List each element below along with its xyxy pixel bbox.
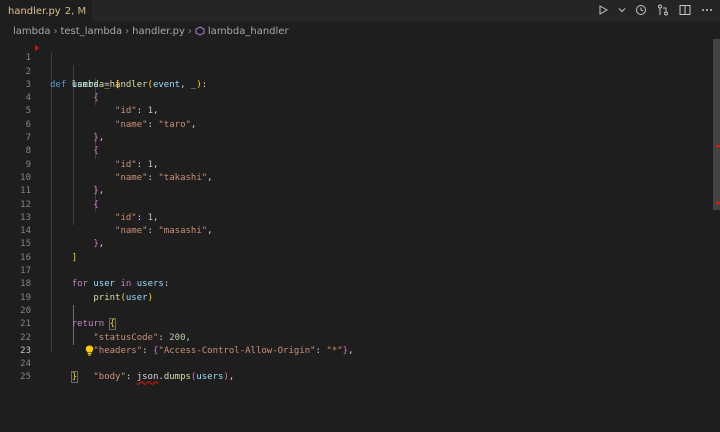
more-icon[interactable] bbox=[700, 3, 714, 17]
breadcrumb: lambda › test_lambda › handler.py › lamb… bbox=[13, 24, 289, 38]
code-line: 4 "id": 1, bbox=[0, 79, 712, 116]
var-users: users bbox=[196, 372, 224, 383]
code-line: 1 def lambda_handler(event, _): bbox=[0, 39, 712, 90]
code-line-active: 23 "body": json.dumps(users), bbox=[0, 332, 712, 382]
overview-ruler-error bbox=[716, 202, 720, 204]
code-line: 6 }, bbox=[0, 105, 712, 143]
breadcrumb-lambda-handler[interactable]: lambda_handler bbox=[208, 26, 289, 37]
line-number: 25 bbox=[20, 372, 31, 383]
code-line: 9 "name": "takashi", bbox=[0, 145, 712, 183]
chevron-right-icon: › bbox=[125, 25, 130, 37]
git-compare-icon[interactable] bbox=[656, 3, 670, 17]
code-line: 25 bbox=[0, 358, 712, 382]
code-line: 2 users = [ bbox=[0, 52, 712, 90]
code-line: 3 { bbox=[0, 66, 712, 103]
vertical-scrollbar[interactable] bbox=[713, 39, 720, 210]
code-line: 16 bbox=[0, 238, 712, 263]
editor-actions bbox=[596, 3, 714, 17]
fn-dumps: dumps bbox=[163, 372, 191, 383]
chevron-right-icon: › bbox=[53, 25, 58, 37]
chevron-right-icon: › bbox=[187, 25, 192, 37]
module-json-error: json bbox=[136, 372, 159, 383]
code-line: 11 { bbox=[0, 172, 712, 209]
code-editor[interactable]: 1 def lambda_handler(event, _): 2 users … bbox=[0, 39, 712, 384]
tab-handler-py[interactable]: handler.py 2, M bbox=[0, 0, 93, 22]
symbol-method-icon bbox=[195, 26, 205, 36]
punct: , bbox=[228, 372, 235, 383]
code-line: 14 }, bbox=[0, 212, 712, 249]
code-line: 7 { bbox=[0, 119, 712, 156]
code-line: 21 "statusCode": 200, bbox=[0, 305, 712, 342]
code-line: 19 bbox=[0, 278, 712, 303]
code-line: 17 for user in users: bbox=[0, 252, 712, 289]
breadcrumb-handler-py[interactable]: handler.py bbox=[132, 26, 185, 37]
chevron-down-icon[interactable] bbox=[618, 3, 626, 17]
code-line: 15 ] bbox=[0, 225, 712, 262]
str-key: "body" bbox=[93, 372, 126, 383]
code-line: 13 "name": "masashi", bbox=[0, 199, 712, 236]
code-line: 5 "name": "taro", bbox=[0, 92, 712, 129]
code-line: 12 "id": 1, bbox=[0, 185, 712, 223]
tab-filename: handler.py bbox=[8, 5, 61, 17]
brace-matched: } bbox=[70, 371, 79, 384]
play-icon[interactable] bbox=[596, 3, 610, 17]
code-line: 10 }, bbox=[0, 159, 712, 196]
breadcrumb-test-lambda[interactable]: test_lambda bbox=[60, 26, 122, 37]
tab-bar: handler.py 2, M bbox=[0, 0, 720, 22]
error-marker bbox=[35, 45, 39, 51]
tab-status: 2, M bbox=[64, 5, 87, 17]
split-editor-icon[interactable] bbox=[678, 3, 692, 17]
timeline-icon[interactable] bbox=[634, 3, 648, 17]
breadcrumb-lambda[interactable]: lambda bbox=[13, 26, 50, 37]
code-line: 8 "id": 1, bbox=[0, 132, 712, 169]
code-line: 22 "headers": {"Access-Control-Allow-Ori… bbox=[0, 318, 712, 356]
code-line: 20 return { bbox=[0, 292, 712, 331]
punct: : bbox=[125, 372, 137, 383]
code-line: 18 print(user) bbox=[0, 265, 712, 302]
code-line: 24 } bbox=[0, 345, 712, 384]
overview-ruler-error bbox=[716, 145, 720, 147]
